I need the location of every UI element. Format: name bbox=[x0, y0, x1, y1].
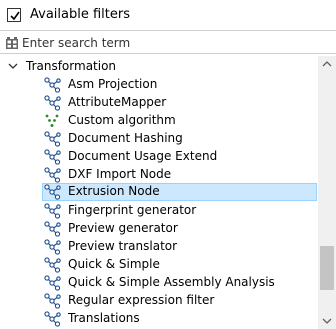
list-item[interactable]: Quick & Simple bbox=[44, 256, 316, 274]
filter-node-icon bbox=[44, 149, 61, 165]
filter-node-icon bbox=[44, 203, 61, 219]
filter-node-icon bbox=[44, 293, 61, 309]
list-item[interactable]: Preview translator bbox=[44, 238, 316, 256]
filter-node-icon bbox=[44, 167, 61, 183]
vertical-scrollbar[interactable] bbox=[318, 56, 336, 329]
filter-tree: Transformation Asm Projection AttributeM… bbox=[0, 56, 318, 329]
scrollbar-thumb[interactable] bbox=[320, 246, 334, 290]
list-item-label: Extrusion Node bbox=[68, 184, 160, 198]
list-item-label: Quick & Simple bbox=[68, 257, 160, 271]
list-item-label: Custom algorithm bbox=[68, 113, 176, 127]
tree-group-transformation[interactable]: Transformation bbox=[0, 58, 318, 76]
list-item[interactable]: Preview generator bbox=[44, 220, 316, 238]
search-input[interactable] bbox=[22, 34, 322, 51]
scroll-up-arrow-icon[interactable] bbox=[318, 56, 336, 72]
filter-node-icon bbox=[44, 131, 61, 147]
filter-node-icon bbox=[44, 257, 61, 273]
list-item[interactable]: DXF Import Node bbox=[44, 166, 316, 184]
list-item-label: DXF Import Node bbox=[68, 167, 172, 181]
list-item-label: Preview translator bbox=[68, 239, 178, 253]
list-item-label: AttributeMapper bbox=[68, 95, 167, 109]
search-bar bbox=[0, 30, 336, 54]
list-item-label: Preview generator bbox=[68, 221, 178, 235]
list-item-label: Asm Projection bbox=[68, 77, 158, 91]
list-item-label: Regular expression filter bbox=[68, 293, 215, 307]
checkmark-icon bbox=[10, 11, 20, 21]
list-item-label: Quick & Simple Assembly Analysis bbox=[68, 275, 275, 289]
scroll-down-arrow-icon[interactable] bbox=[318, 313, 336, 329]
list-item[interactable]: Translations bbox=[44, 310, 316, 328]
filter-node-icon bbox=[44, 239, 61, 255]
filter-node-icon bbox=[44, 221, 61, 237]
filter-node-icon bbox=[44, 184, 61, 200]
list-item-selected[interactable]: Extrusion Node bbox=[42, 183, 317, 201]
list-item[interactable]: AttributeMapper bbox=[44, 94, 316, 112]
custom-algorithm-icon bbox=[45, 114, 59, 127]
select-all-checkbox[interactable] bbox=[7, 8, 21, 22]
list-item-label: Document Usage Extend bbox=[68, 149, 218, 163]
tree-group-label: Transformation bbox=[26, 59, 117, 73]
filter-node-icon bbox=[44, 275, 61, 291]
list-item[interactable]: Regular expression filter bbox=[44, 292, 316, 310]
filter-search-icon bbox=[6, 37, 18, 49]
panel-title: Available filters bbox=[30, 7, 130, 22]
list-item[interactable]: Quick & Simple Assembly Analysis bbox=[44, 274, 316, 292]
filter-node-icon bbox=[44, 77, 61, 93]
list-item-label: Document Hashing bbox=[68, 131, 183, 145]
list-item[interactable]: Custom algorithm bbox=[44, 112, 316, 130]
list-item[interactable]: Asm Projection bbox=[44, 76, 316, 94]
filter-node-icon bbox=[44, 95, 61, 111]
list-item[interactable]: Document Usage Extend bbox=[44, 148, 316, 166]
list-item[interactable]: Fingerprint generator bbox=[44, 202, 316, 220]
filters-panel-header: Available filters bbox=[0, 0, 336, 30]
list-item[interactable]: Document Hashing bbox=[44, 130, 316, 148]
chevron-down-icon[interactable] bbox=[8, 61, 18, 71]
list-item-label: Translations bbox=[68, 311, 140, 325]
list-item-label: Fingerprint generator bbox=[68, 203, 197, 217]
filter-node-icon bbox=[44, 311, 61, 327]
